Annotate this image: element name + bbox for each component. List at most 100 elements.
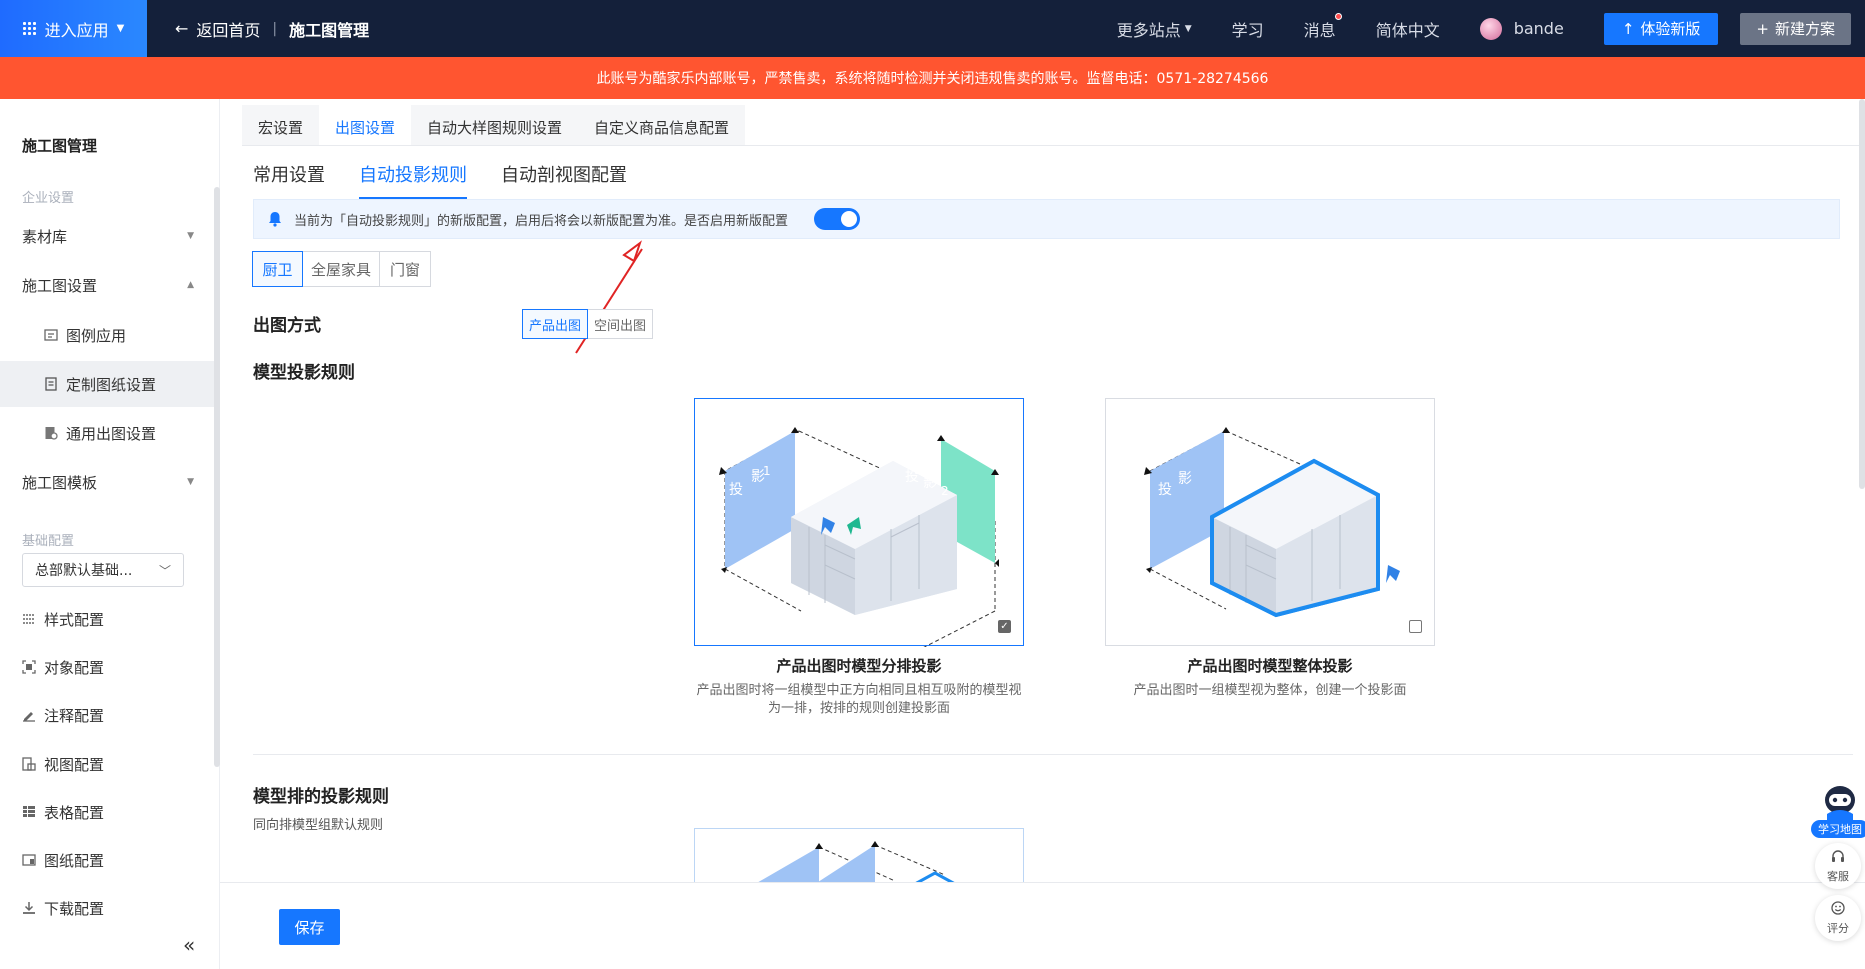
proj-label-2b: 影 [923, 475, 937, 491]
back-label: 返回首页 [196, 20, 261, 40]
learning-map-label: 学习地图 [1811, 820, 1865, 838]
table-icon [22, 805, 36, 819]
messages-link[interactable]: 消息 [1303, 12, 1342, 41]
tab-divider [242, 145, 1860, 146]
sidebar-item-sheet[interactable]: 图纸配置 [0, 837, 216, 883]
base-config-select[interactable]: 总部默认基础... ﹀ [22, 553, 184, 587]
try-new-version-button[interactable]: ↑ 体验新版 [1603, 12, 1719, 45]
category-kitchen-bath[interactable]: 厨卫 [252, 251, 303, 287]
enable-new-config-toggle[interactable] [814, 208, 861, 230]
option-card-row-projection[interactable]: 投 影 1 投 影 2 ✓ [694, 398, 1024, 658]
tab-output-settings[interactable]: 出图设置 [319, 105, 412, 149]
sidebar-item-label: 注释配置 [44, 706, 105, 725]
learn-link[interactable]: 学习 [1232, 17, 1264, 41]
save-button[interactable]: 保存 [279, 909, 340, 945]
sidebar-item-label: 表格配置 [44, 803, 105, 822]
card-title-row-projection: 产品出图时模型分排投影 [776, 657, 942, 675]
sidebar-item-general-output[interactable]: 通用出图设置 [0, 410, 216, 456]
red-arrow-annotation [575, 231, 670, 354]
sidebar-title: 施工图管理 [22, 137, 98, 155]
output-mode-product[interactable]: 产品出图 [522, 309, 588, 339]
category-doors-windows[interactable]: 门窗 [379, 251, 431, 287]
group-label-basic: 基础配置 [22, 534, 75, 549]
top-right-actions: 更多站点 ▼ 学习 消息 简体中文 bande ↑ 体验新版 + 新建方案 [1117, 0, 1865, 57]
option-card-whole-projection[interactable]: 投 影 [1105, 398, 1435, 646]
card-desc-row-projection: 产品出图时将一组模型中正方向相同且相互吸附的模型视 为一排，按排的规则创建投影面 [689, 682, 1029, 718]
warning-text: 此账号为酷家乐内部账号，严禁售卖，系统将随时检测并关闭违规售卖的账号。监督电话：… [596, 71, 1269, 87]
customer-service-button[interactable]: 客服 [1815, 843, 1861, 889]
outer-tabs: 宏设置 出图设置 自动大样图规则设置 自定义商品信息配置 [242, 105, 746, 149]
tab-custom-product-info[interactable]: 自定义商品信息配置 [578, 105, 745, 149]
card-checkbox-checked[interactable]: ✓ [998, 620, 1011, 633]
tab-auto-detail-rules[interactable]: 自动大样图规则设置 [411, 105, 578, 149]
sidebar-item-template[interactable]: 施工图模板 ▼ [0, 459, 216, 505]
sidebar-item-annotation[interactable]: 注释配置 [0, 692, 216, 738]
legend-icon [44, 328, 58, 342]
caret-down-icon: ▼ [187, 231, 194, 241]
caret-down-icon: ▼ [1184, 23, 1192, 34]
settings-doc-icon [44, 426, 58, 440]
avatar [1479, 17, 1502, 40]
row-projection-illustration: 投 影 1 投 影 2 [719, 427, 999, 658]
sidebar-item-label: 视图配置 [44, 755, 105, 774]
messages-label: 消息 [1303, 20, 1336, 40]
group-label-enterprise: 企业设置 [22, 191, 75, 206]
rating-label: 评分 [1827, 921, 1849, 935]
proj-num-2: 2 [941, 484, 949, 498]
robot-icon [1825, 786, 1855, 820]
section-projection-rules: 模型投影规则 [253, 363, 355, 383]
tab-common-settings[interactable]: 常用设置 [253, 161, 325, 199]
sidebar-item-object[interactable]: 对象配置 [0, 644, 216, 690]
app-menu-label: 进入应用 [44, 20, 109, 40]
sidebar-item-drawing-settings[interactable]: 施工图设置 ▲ [0, 262, 216, 308]
proj-label-2a: 投 [905, 469, 919, 485]
card-desc-line: 产品出图时将一组模型中正方向相同且相互吸附的模型视 [696, 683, 1022, 698]
sheet-icon [22, 853, 36, 867]
more-sites-dropdown[interactable]: 更多站点 ▼ [1117, 17, 1192, 41]
unread-dot [1334, 12, 1342, 20]
user-menu[interactable]: bande [1479, 17, 1564, 40]
back-home-link[interactable]: ← 返回首页 [175, 17, 260, 41]
tab-auto-projection-rules[interactable]: 自动投影规则 [359, 161, 467, 199]
main-scrollbar[interactable] [1859, 99, 1865, 489]
breadcrumb-current: 施工图管理 [289, 20, 370, 40]
rating-button[interactable]: 评分 [1815, 895, 1861, 941]
main-content: 宏设置 出图设置 自动大样图规则设置 自定义商品信息配置 常用设置 自动投影规则… [220, 99, 1865, 969]
new-plan-button[interactable]: + 新建方案 [1740, 12, 1851, 45]
tab-macro-settings[interactable]: 宏设置 [242, 105, 319, 149]
footer-divider [220, 882, 1865, 883]
row-rules-note: 同向排模型组默认规则 [253, 818, 384, 833]
option-card-row-default[interactable] [694, 828, 1024, 883]
sidebar-item-label: 图纸配置 [44, 851, 105, 870]
sidebar-item-table[interactable]: 表格配置 [0, 789, 216, 835]
whole-projection-illustration: 投 影 [1144, 427, 1400, 618]
collapse-sidebar-icon[interactable]: « [183, 933, 195, 957]
document-icon [44, 377, 58, 391]
proj-label-1a: 投 [729, 482, 743, 498]
sidebar-item-custom-drawing[interactable]: 定制图纸设置 [0, 361, 216, 407]
proj-label-a: 投 [1158, 482, 1172, 498]
arrow-left-icon: ← [175, 19, 189, 38]
language-switch[interactable]: 简体中文 [1376, 17, 1440, 41]
output-mode-segment: 产品出图 空间出图 [522, 309, 653, 339]
tab-auto-section-config[interactable]: 自动剖视图配置 [501, 161, 627, 199]
category-whole-house[interactable]: 全屋家具 [302, 251, 380, 287]
sidebar-item-view[interactable]: 视图配置 [0, 741, 216, 787]
learning-map-button[interactable]: 学习地图 [1811, 784, 1865, 838]
sidebar-item-legend[interactable]: 图例应用 [0, 312, 216, 358]
sidebar-item-label: 下载配置 [44, 899, 105, 918]
caret-down-icon: ▼ [116, 23, 125, 34]
card-desc-line: 为一排，按排的规则创建投影面 [767, 701, 950, 716]
sidebar-item-download[interactable]: 下载配置 [0, 885, 216, 931]
sidebar-item-material[interactable]: 素材库 ▼ [0, 213, 216, 259]
smiley-icon [1831, 900, 1845, 918]
bell-icon [268, 211, 284, 227]
sidebar-item-style[interactable]: 样式配置 [0, 596, 216, 642]
inner-tabs: 常用设置 自动投影规则 自动剖视图配置 [253, 161, 627, 199]
sidebar-item-label: 施工图模板 [22, 473, 98, 492]
app-menu-button[interactable]: 进入应用 ▼ [0, 0, 147, 57]
sidebar-item-label: 施工图设置 [22, 276, 98, 295]
chevron-down-icon: ﹀ [158, 563, 171, 578]
card-checkbox-unchecked[interactable] [1409, 620, 1422, 633]
output-mode-space[interactable]: 空间出图 [587, 309, 653, 339]
